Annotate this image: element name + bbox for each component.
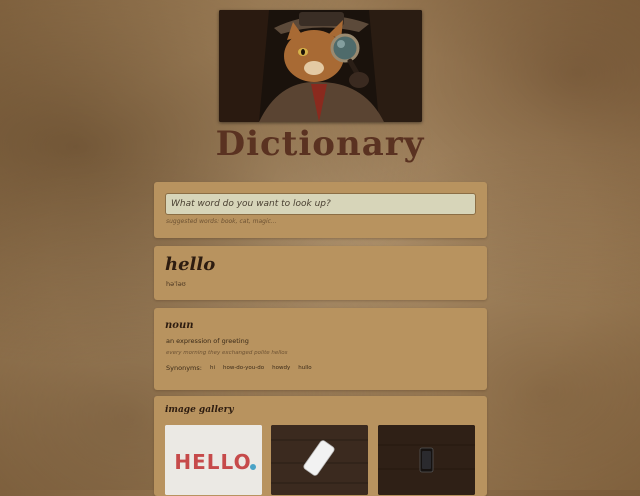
example-text: every morning they exchanged polite hell… [166,350,288,356]
page-title: Dictionary [215,124,425,164]
word-heading: hello [165,254,216,275]
search-input[interactable] [165,193,476,215]
gallery-image-hello-letters[interactable]: HELLO [165,425,262,495]
synonyms-label: Synonyms: [166,364,202,372]
synonym-item[interactable]: hullo [298,364,311,373]
gallery-image-phone-on-wood[interactable] [271,425,368,495]
detective-cat-illustration [219,10,422,122]
gallery-title: image gallery [165,405,234,415]
hello-letters-image: HELLO [165,425,262,495]
phonetic-text: həˈləʊ [166,280,186,288]
search-hint: suggested words: book, cat, magic... [166,218,277,225]
gallery-card: image gallery HELLO [154,396,487,496]
phone-dark-image [378,425,475,495]
meaning-card: noun an expression of greeting every mor… [154,308,487,390]
synonym-item[interactable]: hi [210,364,215,373]
definition-text: an expression of greeting [166,337,249,345]
search-card: suggested words: book, cat, magic... [154,182,487,238]
synonyms-row: Synonyms: hi how-do-you-do howdy hullo [166,364,320,373]
hello-letters-text: HELLO [174,450,251,474]
hero-image-detective-cat [219,10,422,122]
synonym-item[interactable]: how-do-you-do [223,364,264,373]
synonym-item[interactable]: howdy [272,364,290,373]
phone-on-wood-image [271,425,368,495]
gallery-image-phone-dark[interactable] [378,425,475,495]
word-card: hello həˈləʊ [154,246,487,300]
part-of-speech: noun [165,320,194,331]
